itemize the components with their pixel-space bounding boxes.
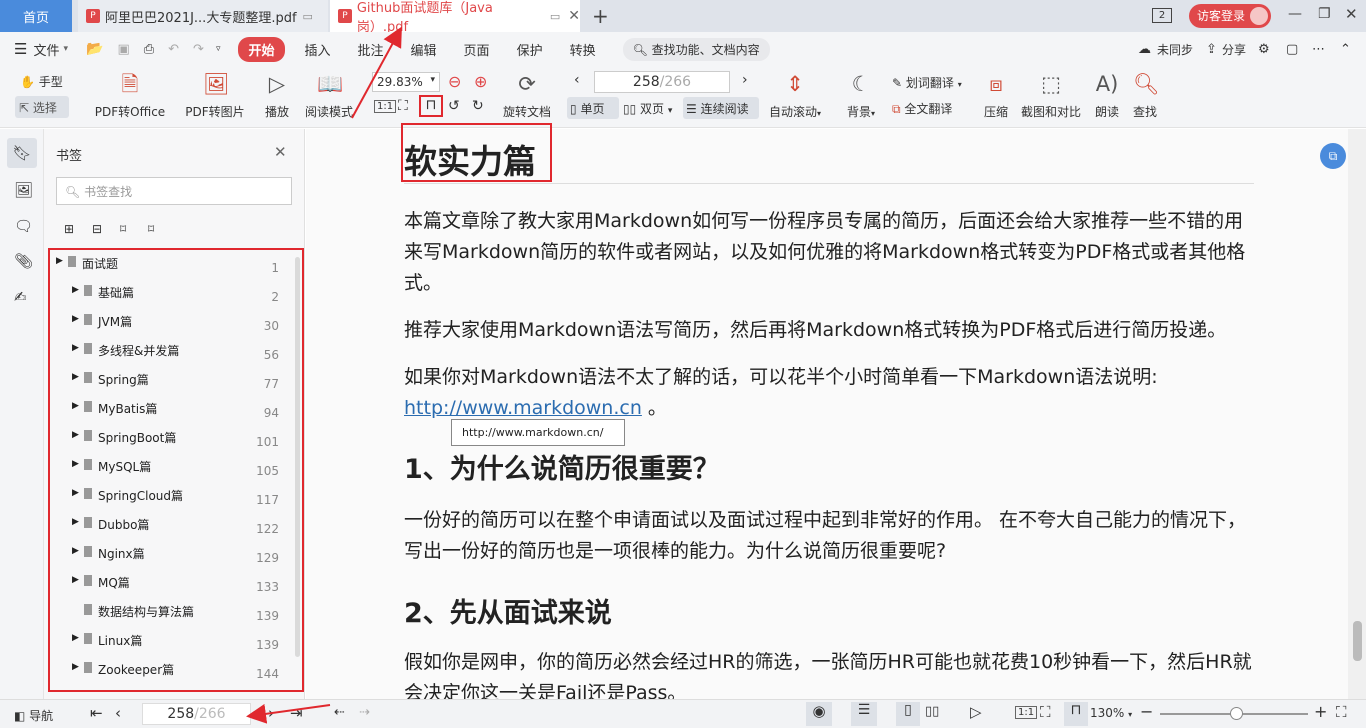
- arrow-to-tab: [351, 26, 402, 119]
- annotation-arrows: [246, 26, 402, 724]
- arrow-to-page-input: [246, 703, 331, 724]
